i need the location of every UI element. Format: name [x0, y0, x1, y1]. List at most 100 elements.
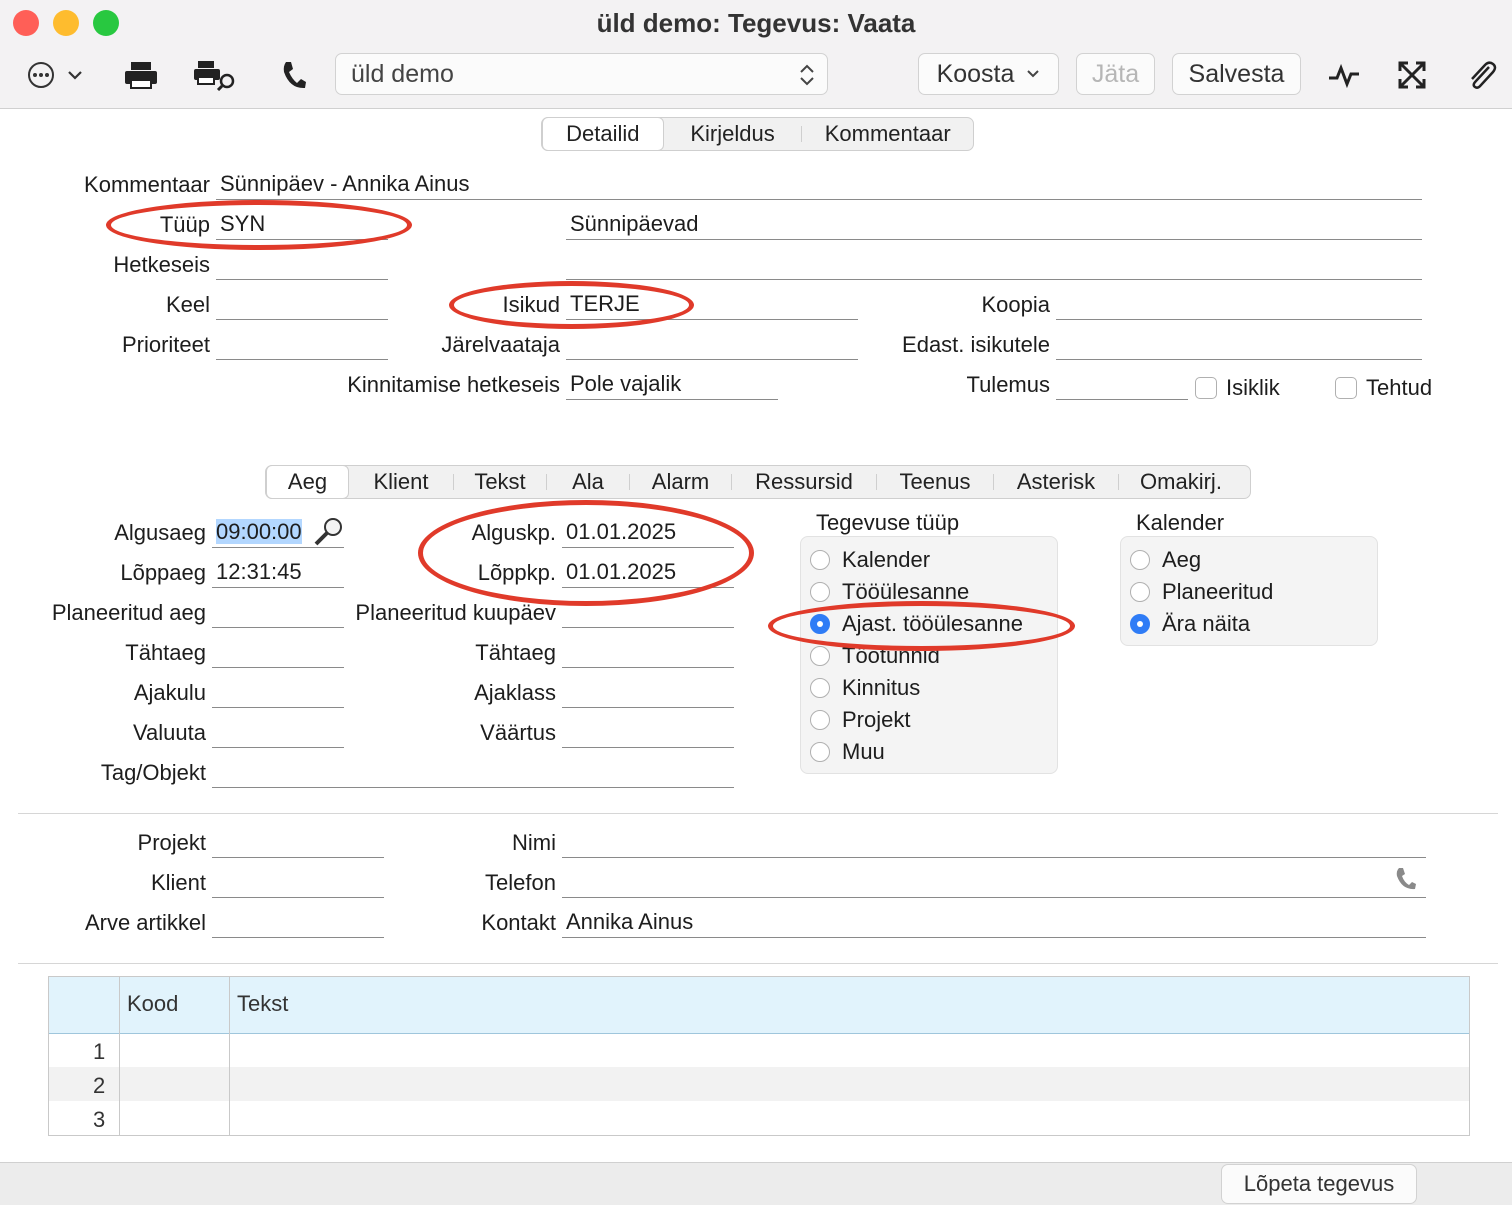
tahtaeg-field[interactable]: [212, 638, 344, 668]
keel-label: Keel: [165, 292, 210, 317]
klient-field[interactable]: [212, 868, 384, 898]
tab-ressursid[interactable]: Ressursid: [732, 466, 876, 498]
tehtud-label: Tehtud: [1366, 375, 1433, 400]
expand-icon[interactable]: [1396, 58, 1428, 92]
arve-artikkel-label: Arve artikkel: [84, 910, 206, 935]
valuuta-field[interactable]: [212, 718, 344, 748]
vaartus-label: Väärtus: [480, 720, 556, 745]
top-tabs: Detailid Kirjeldus Kommentaar: [541, 117, 974, 151]
lopeta-tegevus-button[interactable]: Lõpeta tegevus: [1221, 1164, 1417, 1204]
table-row-stripe: [49, 1067, 1469, 1101]
radio-kalender[interactable]: Kalender: [810, 545, 930, 575]
company-select[interactable]: üld demo: [335, 53, 828, 95]
prioriteet-label: Prioriteet: [121, 332, 210, 357]
isiklik-checkbox[interactable]: [1195, 377, 1217, 399]
tulemus-field[interactable]: [1056, 370, 1188, 400]
alguskp-label: Alguskp.: [471, 520, 556, 545]
tab-teenus[interactable]: Teenus: [877, 466, 993, 498]
rows-table: Kood Tekst 1 2 3: [48, 976, 1470, 1136]
radio-ajast-tooulesanne[interactable]: Ajast. tööülesanne: [810, 609, 1023, 639]
radio-planeeritud[interactable]: Planeeritud: [1130, 577, 1273, 607]
planeeritud-kuupaev-label: Planeeritud kuupäev: [355, 600, 556, 625]
phone-icon[interactable]: [278, 58, 308, 92]
tab-detailid[interactable]: Detailid: [542, 117, 664, 151]
jarelvaataja-field[interactable]: [566, 330, 858, 360]
radio-ara-naita[interactable]: Ära näita: [1130, 609, 1250, 639]
salvesta-button[interactable]: Salvesta: [1172, 53, 1301, 95]
ajaklass-field[interactable]: [562, 678, 734, 708]
koopia-label: Koopia: [981, 292, 1050, 317]
more-icon[interactable]: [26, 58, 56, 92]
tab-omakirj[interactable]: Omakirj.: [1119, 466, 1243, 498]
tab-asterisk[interactable]: Asterisk: [994, 466, 1118, 498]
jata-button[interactable]: Jäta: [1076, 53, 1155, 95]
tehtud-checkbox[interactable]: [1335, 377, 1357, 399]
radio-kinnitus[interactable]: Kinnitus: [810, 673, 920, 703]
column-header-kood[interactable]: Kood: [127, 991, 178, 1017]
edast-field[interactable]: [1056, 330, 1422, 360]
phone-icon[interactable]: [1394, 866, 1418, 897]
tag-objekt-field[interactable]: [212, 758, 734, 788]
radio-tooulesanne[interactable]: Tööülesanne: [810, 577, 969, 607]
tab-tekst[interactable]: Tekst: [454, 466, 546, 498]
tuup-field[interactable]: SYN: [216, 210, 388, 240]
hetkeseis-label: Hetkeseis: [113, 252, 210, 277]
tab-aeg[interactable]: Aeg: [266, 465, 349, 499]
tab-alarm[interactable]: Alarm: [630, 466, 731, 498]
print-preview-icon[interactable]: [192, 58, 238, 92]
chevron-down-icon: [1027, 70, 1040, 78]
alguskp-field[interactable]: 01.01.2025: [562, 518, 734, 548]
nimi-field[interactable]: [562, 828, 1426, 858]
activity-icon[interactable]: [1326, 58, 1362, 92]
ajaklass-label: Ajaklass: [474, 680, 556, 705]
isikud-field[interactable]: TERJE: [566, 290, 858, 320]
loppkp-label: Lõppkp.: [477, 560, 556, 585]
kinnitamise-label: Kinnitamise hetkeseis: [347, 372, 560, 397]
tulemus-label: Tulemus: [966, 372, 1050, 397]
radio-muu[interactable]: Muu: [810, 737, 885, 767]
koopia-field[interactable]: [1056, 290, 1422, 320]
kontakt-field[interactable]: Annika Ainus: [562, 908, 1426, 938]
tahtaeg-label: Tähtaeg: [125, 640, 206, 665]
radio-tootunnid[interactable]: Töötunnid: [810, 641, 940, 671]
sub-tabs: Aeg Klient Tekst Ala Alarm Ressursid Tee…: [265, 465, 1251, 499]
tab-klient[interactable]: Klient: [349, 466, 453, 498]
table-row-number: 1: [93, 1039, 106, 1064]
vaartus-field[interactable]: [562, 718, 734, 748]
algusaeg-value: 09:00:00: [216, 519, 302, 544]
planeeritud-kuupaev-field[interactable]: [562, 598, 734, 628]
tab-ala[interactable]: Ala: [547, 466, 629, 498]
radio-projekt[interactable]: Projekt: [810, 705, 910, 735]
tahtaeg2-field[interactable]: [562, 638, 734, 668]
company-select-value: üld demo: [351, 59, 454, 88]
planeeritud-aeg-field[interactable]: [212, 598, 344, 628]
column-header-tekst[interactable]: Tekst: [237, 991, 288, 1017]
telefon-field[interactable]: [562, 868, 1426, 898]
tab-kirjeldus[interactable]: Kirjeldus: [664, 118, 802, 150]
kinnitamise-field[interactable]: Pole vajalik: [566, 370, 778, 400]
arve-artikkel-field[interactable]: [212, 908, 384, 938]
koosta-label: Koosta: [936, 59, 1015, 88]
tuup-description: Sünnipäevad: [566, 210, 1422, 240]
table-row-number: 2: [93, 1073, 106, 1098]
loppkp-field[interactable]: 01.01.2025: [562, 558, 734, 588]
koosta-button[interactable]: Koosta: [918, 53, 1059, 95]
kalender-title: Kalender: [1136, 510, 1225, 535]
tab-kommentaar[interactable]: Kommentaar: [802, 118, 973, 150]
klient-label: Klient: [150, 870, 206, 895]
radio-aeg[interactable]: Aeg: [1130, 545, 1201, 575]
loppaeg-field[interactable]: 12:31:45: [212, 558, 344, 588]
chevron-down-icon[interactable]: [64, 58, 86, 92]
prioriteet-field[interactable]: [216, 330, 388, 360]
keel-field[interactable]: [216, 290, 388, 320]
projekt-field[interactable]: [212, 828, 384, 858]
paperclip-icon[interactable]: [1464, 58, 1498, 92]
kommentaar-field[interactable]: Sünnipäev - Annika Ainus: [216, 170, 1422, 200]
tegevuse-tuup-title: Tegevuse tüüp: [816, 510, 960, 535]
jarelvaataja-label: Järelvaataja: [441, 332, 560, 357]
magnifier-icon[interactable]: [311, 516, 345, 553]
section-divider: [18, 963, 1498, 964]
print-icon[interactable]: [122, 58, 160, 92]
hetkeseis-field[interactable]: [216, 250, 388, 280]
ajakulu-field[interactable]: [212, 678, 344, 708]
